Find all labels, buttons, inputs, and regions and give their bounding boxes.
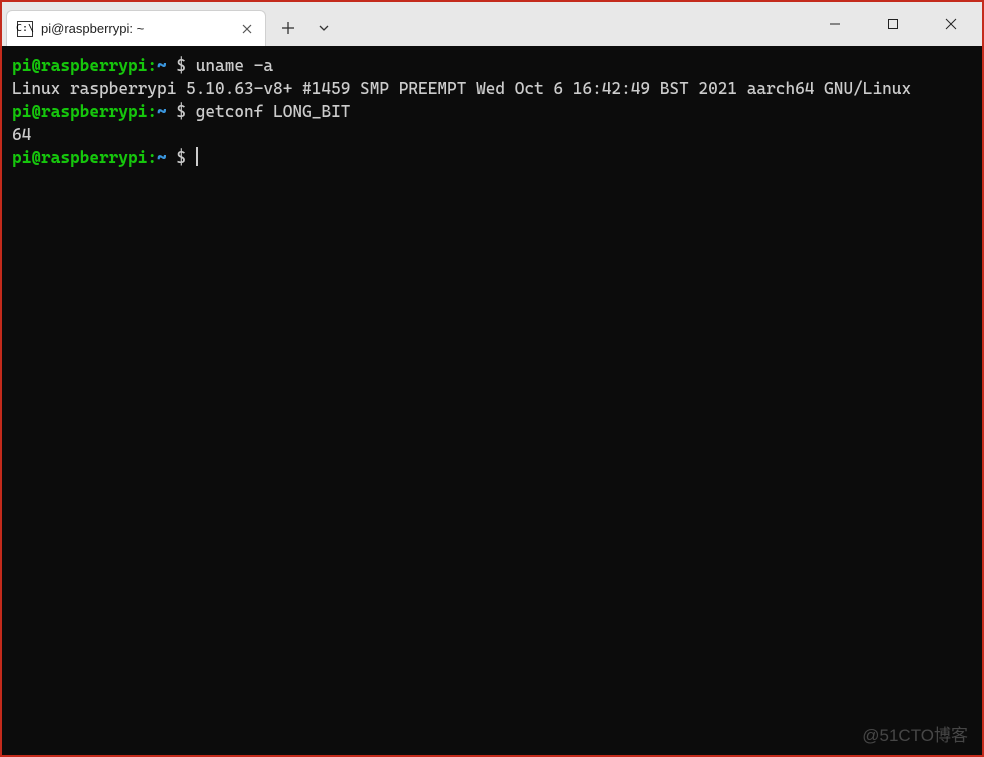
terminal-icon: C:\ bbox=[17, 21, 33, 37]
prompt-user: pi@raspberrypi bbox=[12, 102, 147, 121]
active-tab[interactable]: C:\ pi@raspberrypi: ~ bbox=[6, 10, 266, 46]
terminal-line: pi@raspberrypi:~ $ uname -a bbox=[12, 54, 972, 77]
terminal-line: 64 bbox=[12, 123, 972, 146]
window-controls bbox=[806, 2, 982, 46]
maximize-icon bbox=[887, 18, 899, 30]
tab-close-button[interactable] bbox=[239, 21, 255, 37]
prompt-dollar: $ bbox=[167, 102, 196, 121]
close-icon bbox=[242, 24, 252, 34]
output-text: Linux raspberrypi 5.10.63-v8+ #1459 SMP … bbox=[12, 79, 911, 98]
prompt-separator: : bbox=[147, 102, 157, 121]
close-window-button[interactable] bbox=[922, 4, 980, 44]
tab-title: pi@raspberrypi: ~ bbox=[41, 21, 231, 36]
tab-area: C:\ pi@raspberrypi: ~ bbox=[2, 2, 806, 46]
prompt-path: ~ bbox=[157, 56, 167, 75]
output-text: 64 bbox=[12, 125, 31, 144]
command-text: getconf LONG_BIT bbox=[196, 102, 351, 121]
prompt-separator: : bbox=[147, 148, 157, 167]
prompt-user: pi@raspberrypi bbox=[12, 148, 147, 167]
new-tab-button[interactable] bbox=[270, 10, 306, 46]
terminal-line: Linux raspberrypi 5.10.63-v8+ #1459 SMP … bbox=[12, 77, 972, 100]
maximize-button[interactable] bbox=[864, 4, 922, 44]
terminal-content[interactable]: pi@raspberrypi:~ $ uname -aLinux raspber… bbox=[2, 46, 982, 755]
prompt-path: ~ bbox=[157, 102, 167, 121]
terminal-line: pi@raspberrypi:~ $ getconf LONG_BIT bbox=[12, 100, 972, 123]
watermark: @51CTO博客 bbox=[862, 724, 968, 747]
tab-dropdown-button[interactable] bbox=[306, 10, 342, 46]
close-icon bbox=[945, 18, 957, 30]
prompt-path: ~ bbox=[157, 148, 167, 167]
plus-icon bbox=[281, 21, 295, 35]
command-text: uname -a bbox=[196, 56, 273, 75]
cursor bbox=[196, 147, 198, 166]
minimize-button[interactable] bbox=[806, 4, 864, 44]
minimize-icon bbox=[829, 18, 841, 30]
prompt-separator: : bbox=[147, 56, 157, 75]
prompt-dollar: $ bbox=[167, 148, 196, 167]
terminal-line: pi@raspberrypi:~ $ bbox=[12, 146, 972, 169]
chevron-down-icon bbox=[318, 22, 330, 34]
terminal-window: C:\ pi@raspberrypi: ~ bbox=[0, 0, 984, 757]
title-bar: C:\ pi@raspberrypi: ~ bbox=[2, 2, 982, 46]
prompt-dollar: $ bbox=[167, 56, 196, 75]
prompt-user: pi@raspberrypi bbox=[12, 56, 147, 75]
